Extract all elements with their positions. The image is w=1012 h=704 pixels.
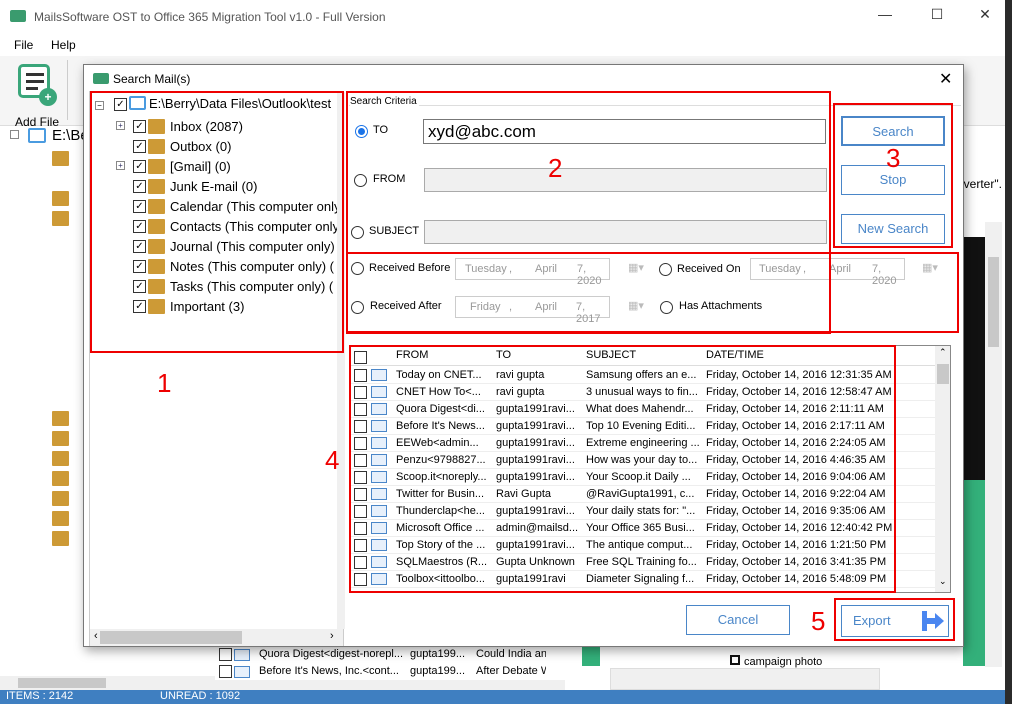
annotation-box-dates xyxy=(346,252,959,333)
background-mail-row[interactable]: Quora Digest<digest-norepl... gupta199...… xyxy=(215,646,565,663)
annotation-2: 2 xyxy=(548,153,563,183)
menu-file[interactable]: File xyxy=(14,38,33,52)
status-bar: ITEMS : 2142 UNREAD : 1092 xyxy=(0,690,1005,704)
preview-image-dark xyxy=(963,237,985,480)
app-icon xyxy=(10,10,26,22)
grid-vscrollbar[interactable]: ⌃ ⌄ xyxy=(935,346,950,592)
preview-vscrollbar[interactable] xyxy=(985,222,1002,667)
background-tree-hscrollbar[interactable] xyxy=(0,676,215,690)
menu-bar: File Help xyxy=(0,34,1005,56)
minimize-button[interactable]: — xyxy=(870,6,900,22)
add-file-button[interactable]: + Add File xyxy=(15,62,60,129)
cancel-button[interactable]: Cancel xyxy=(686,605,790,635)
dialog-title: Search Mail(s) xyxy=(113,72,191,86)
background-mail-row[interactable]: Before It's News, Inc.<cont... gupta199..… xyxy=(215,663,565,680)
items-count: ITEMS : 2142 xyxy=(6,690,74,702)
unread-count: UNREAD : 1092 xyxy=(160,690,241,702)
annotation-5: 5 xyxy=(811,606,826,636)
title-bar: MailsSoftware OST to Office 365 Migratio… xyxy=(0,0,1005,34)
close-window-button[interactable]: ✕ xyxy=(970,6,1000,23)
background-attachment-strip xyxy=(610,668,880,690)
dialog-close-button[interactable]: ✕ xyxy=(939,69,952,89)
background-mail-list: Quora Digest<digest-norepl... gupta199...… xyxy=(215,646,565,680)
annotation-box-4 xyxy=(349,345,896,593)
tree-hscrollbar[interactable]: ‹ › xyxy=(90,629,343,646)
annotation-1: 1 xyxy=(157,368,172,398)
annotation-box-3 xyxy=(833,103,953,248)
window-title: MailsSoftware OST to Office 365 Migratio… xyxy=(34,10,386,24)
annotation-box-1 xyxy=(90,91,344,353)
background-list-hscrollbar[interactable] xyxy=(215,680,565,690)
campaign-photo-caption: campaign photo xyxy=(730,655,822,668)
menu-help[interactable]: Help xyxy=(51,38,76,52)
maximize-button[interactable]: ☐ xyxy=(922,6,952,23)
window-edge xyxy=(1005,0,1012,704)
annotation-4: 4 xyxy=(325,445,340,475)
dialog-icon xyxy=(93,73,109,84)
annotation-box-5 xyxy=(834,598,955,641)
preview-image-green xyxy=(963,480,985,666)
annotation-3: 3 xyxy=(886,143,901,173)
